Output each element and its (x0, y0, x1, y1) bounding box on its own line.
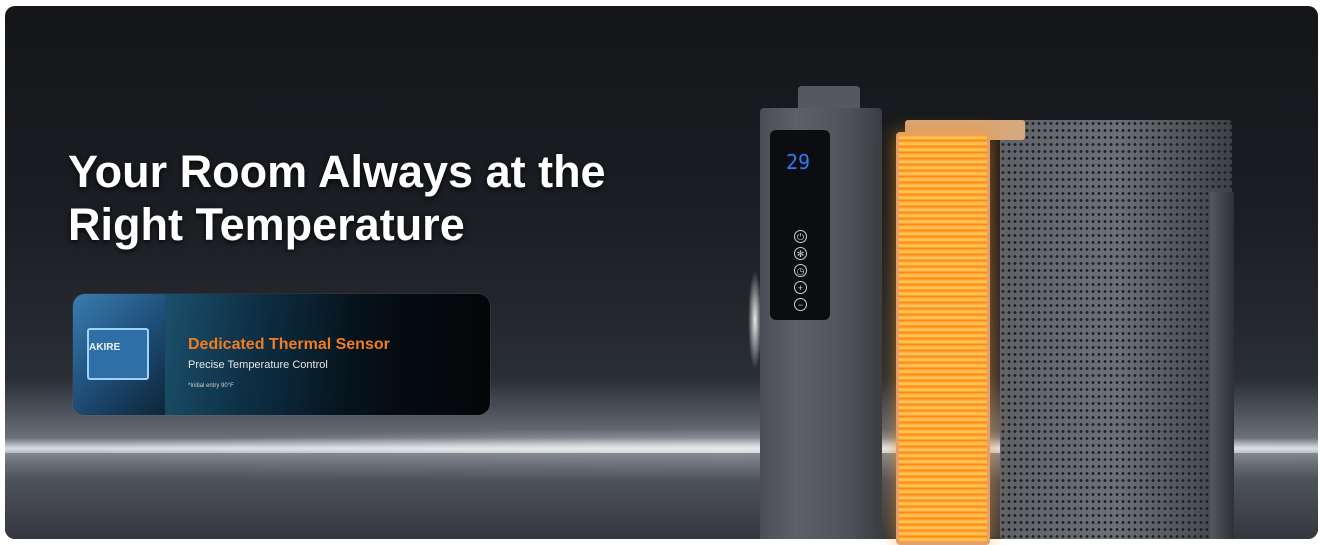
feature-subtitle: Precise Temperature Control (188, 359, 328, 371)
chip-icon (87, 328, 149, 380)
hero-headline: Your Room Always at the Right Temperatur… (68, 145, 606, 251)
temperature-readout: 29 (786, 150, 811, 174)
plus-icon[interactable]: + (794, 281, 807, 294)
heater-handle (798, 86, 860, 110)
heater-grille (1000, 120, 1232, 539)
headline-line-2: Right Temperature (68, 199, 465, 250)
chip-label: AKIRE (89, 342, 121, 353)
fan-icon[interactable]: ✻ (794, 247, 807, 260)
headline-line-1: Your Room Always at the (68, 146, 606, 197)
heater-side (1210, 192, 1234, 539)
sensor-beam (165, 294, 345, 415)
feature-note: *Initial entry 90°F (188, 383, 234, 389)
sensor-chip-image: AKIRE (73, 294, 165, 415)
minus-icon[interactable]: − (794, 298, 807, 311)
power-icon[interactable]: ⏻ (794, 230, 807, 243)
feature-card: AKIRE (73, 294, 490, 415)
heating-core (896, 132, 990, 545)
feature-title: Dedicated Thermal Sensor (188, 336, 390, 353)
timer-icon[interactable]: ◷ (794, 264, 807, 277)
